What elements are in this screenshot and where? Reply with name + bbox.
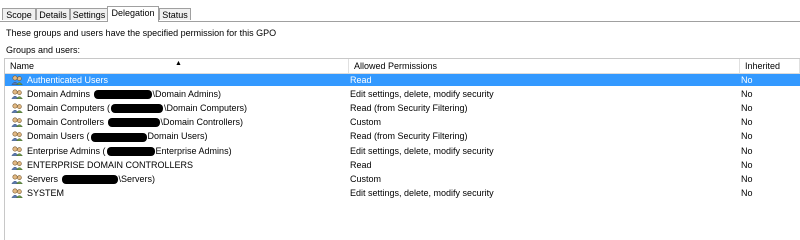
redaction-block xyxy=(93,90,152,100)
column-header-name-label: Name xyxy=(10,61,35,71)
redaction-block xyxy=(106,146,155,156)
description-text: These groups and users have the specifie… xyxy=(6,28,277,38)
table-row[interactable]: ENTERPRISE DOMAIN CONTROLLERS Read No xyxy=(5,159,800,171)
row-permission: Read xyxy=(350,75,372,85)
redaction-block xyxy=(61,174,118,184)
table-row[interactable]: Authenticated Users Read No xyxy=(5,74,800,86)
user-group-icon xyxy=(11,188,23,198)
row-permission: Read (from Security Filtering) xyxy=(350,131,468,142)
user-group-icon xyxy=(11,174,23,184)
user-group-icon xyxy=(11,75,23,86)
row-permission: Read (from Security Filtering) xyxy=(350,103,468,114)
row-name: ENTERPRISE DOMAIN CONTROLLERS xyxy=(27,159,194,170)
tab-scope[interactable]: Scope xyxy=(2,8,36,20)
list-header: Name ▲ Allowed Permissions Inherited xyxy=(5,59,800,74)
table-row[interactable]: Servers \Servers) Custom No xyxy=(5,173,800,185)
column-header-permissions[interactable]: Allowed Permissions xyxy=(349,59,740,73)
tab-settings[interactable]: Settings xyxy=(70,8,108,20)
row-inherited: No xyxy=(741,145,753,156)
user-group-icon xyxy=(11,145,23,156)
table-row[interactable]: SYSTEM Edit settings, delete, modify secu… xyxy=(5,187,800,199)
table-row[interactable]: Domain Computers (\Domain Computers) Read… xyxy=(5,102,800,114)
row-inherited: No xyxy=(741,131,753,142)
tab-details[interactable]: Details xyxy=(36,8,70,20)
tab-delegation[interactable]: Delegation xyxy=(107,6,159,22)
user-group-icon xyxy=(11,117,23,128)
table-row[interactable]: Domain Users (Domain Users) Read (from Se… xyxy=(5,130,800,142)
row-inherited: No xyxy=(741,159,753,170)
user-group-icon xyxy=(11,103,23,114)
row-inherited: No xyxy=(741,75,753,85)
user-group-icon xyxy=(11,89,23,100)
row-permission: Read xyxy=(350,159,372,170)
sort-ascending-icon: ▲ xyxy=(175,60,182,67)
delegation-list[interactable]: Name ▲ Allowed Permissions Inherited Aut… xyxy=(4,58,800,240)
row-inherited: No xyxy=(741,89,753,100)
row-name: SYSTEM xyxy=(27,187,65,198)
column-header-inherited[interactable]: Inherited xyxy=(740,59,800,73)
row-name: Domain Users (Domain Users) xyxy=(27,131,208,142)
row-name: Authenticated Users xyxy=(27,75,109,85)
user-group-icon xyxy=(11,131,23,142)
row-inherited: No xyxy=(741,117,753,128)
user-group-icon xyxy=(11,160,23,170)
tab-strip: Scope Details Settings Delegation Status xyxy=(0,6,800,22)
row-name: Domain Computers (\Domain Computers) xyxy=(27,103,248,114)
row-permission: Edit settings, delete, modify security xyxy=(350,89,494,100)
row-permission: Edit settings, delete, modify security xyxy=(350,145,494,156)
row-name: Enterprise Admins (Enterprise Admins) xyxy=(27,145,232,156)
tab-status[interactable]: Status xyxy=(159,8,191,20)
row-inherited: No xyxy=(741,187,753,198)
row-name: Domain Admins \Domain Admins) xyxy=(27,89,222,100)
row-name: Domain Controllers \Domain Controllers) xyxy=(27,117,244,128)
row-inherited: No xyxy=(741,103,753,114)
row-permission: Custom xyxy=(350,173,382,184)
table-row[interactable]: Domain Controllers \Domain Controllers) C… xyxy=(5,116,800,128)
redaction-block xyxy=(90,132,147,142)
row-permission: Edit settings, delete, modify security xyxy=(350,187,494,198)
column-header-name[interactable]: Name ▲ xyxy=(5,59,349,73)
row-name: Servers \Servers) xyxy=(27,173,156,184)
row-permission: Custom xyxy=(350,117,382,128)
row-inherited: No xyxy=(741,173,753,184)
redaction-block xyxy=(111,104,164,114)
table-row[interactable]: Enterprise Admins (Enterprise Admins) Edi… xyxy=(5,145,800,157)
groups-and-users-label: Groups and users: xyxy=(6,45,81,55)
redaction-block xyxy=(107,118,160,128)
table-row[interactable]: Domain Admins \Domain Admins) Edit settin… xyxy=(5,88,800,100)
